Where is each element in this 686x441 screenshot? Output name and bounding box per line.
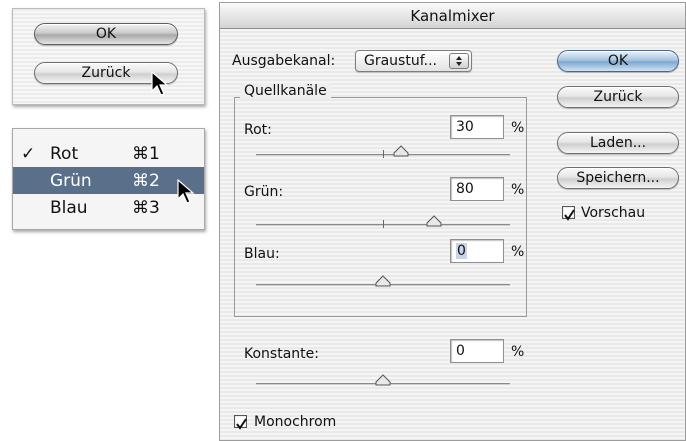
- green-percent-unit: %: [511, 182, 525, 198]
- save-button[interactable]: Speichern...: [557, 167, 679, 189]
- constant-percent-unit: %: [511, 344, 525, 360]
- menu-item-shortcut: ⌘2: [132, 170, 160, 191]
- blue-value-input[interactable]: 0: [450, 239, 504, 263]
- channel-menu: ✓ Rot ⌘1 Grün ⌘2 Blau ⌘3: [12, 128, 205, 230]
- output-channel-select[interactable]: Graustuf...: [355, 50, 472, 72]
- ok-button-sample[interactable]: OK: [34, 23, 178, 45]
- ok-button[interactable]: OK: [557, 50, 679, 72]
- buttons-panel: OK Zurück: [12, 8, 205, 105]
- menu-item-label: Blau: [50, 197, 88, 218]
- green-slider-thumb[interactable]: [426, 215, 442, 227]
- checkmark-icon: [564, 209, 575, 221]
- back-button-label: Zurück: [593, 89, 643, 105]
- mouse-pointer-icon: [151, 71, 169, 96]
- red-slider-thumb[interactable]: [393, 145, 409, 157]
- blue-percent-unit: %: [511, 244, 525, 260]
- ok-button-label: OK: [95, 26, 117, 42]
- updown-arrows-icon: [449, 53, 469, 69]
- output-channel-value: Graustuf...: [364, 53, 437, 69]
- preview-label: Vorschau: [581, 205, 646, 221]
- green-value-text: 80: [456, 181, 474, 197]
- red-value-input[interactable]: 30: [450, 115, 504, 139]
- red-slider-center-tick: [383, 150, 384, 158]
- back-button[interactable]: Zurück: [557, 86, 679, 108]
- constant-value-input[interactable]: 0: [450, 339, 504, 363]
- blue-channel-label: Blau:: [244, 246, 280, 262]
- menu-item-label: Rot: [50, 143, 79, 164]
- menu-item-gruen[interactable]: Grün ⌘2: [13, 167, 204, 194]
- dialog-title: Kanalmixer: [220, 3, 685, 29]
- monochrome-checkbox[interactable]: [234, 415, 247, 430]
- red-percent-unit: %: [511, 120, 525, 136]
- menu-item-shortcut: ⌘1: [132, 143, 160, 164]
- load-button-label: Laden...: [589, 135, 647, 151]
- back-button-label: Zurück: [81, 65, 131, 81]
- stage: OK Zurück ✓ Rot ⌘1 Grün ⌘2 Blau ⌘3 Kanal…: [0, 0, 686, 441]
- source-channels-label: Quellkanäle: [240, 83, 331, 99]
- red-channel-label: Rot:: [244, 122, 272, 138]
- menu-item-label: Grün: [50, 170, 92, 191]
- menu-item-shortcut: ⌘3: [132, 197, 160, 218]
- monochrome-label: Monochrom: [254, 414, 337, 430]
- save-button-label: Speichern...: [576, 170, 660, 186]
- green-channel-label: Grün:: [244, 184, 284, 200]
- load-button[interactable]: Laden...: [557, 132, 679, 154]
- green-slider-center-tick: [383, 220, 384, 228]
- menu-item-blau[interactable]: Blau ⌘3: [13, 194, 204, 221]
- channel-mixer-dialog: Kanalmixer Ausgabekanal: Graustuf... Que…: [219, 2, 686, 441]
- blue-slider-thumb[interactable]: [375, 275, 391, 287]
- constant-value-text: 0: [456, 343, 465, 359]
- output-channel-label: Ausgabekanal:: [232, 53, 336, 69]
- mouse-pointer-icon: [177, 179, 195, 204]
- red-value-text: 30: [456, 119, 474, 135]
- checkmark-icon: ✓: [21, 143, 36, 164]
- blue-value-text: 0: [456, 243, 467, 259]
- menu-item-rot[interactable]: ✓ Rot ⌘1: [13, 140, 204, 167]
- green-value-input[interactable]: 80: [450, 177, 504, 201]
- preview-checkbox[interactable]: [562, 206, 575, 221]
- ok-button-label: OK: [607, 53, 629, 69]
- constant-label: Konstante:: [244, 346, 319, 362]
- constant-slider-thumb[interactable]: [375, 374, 391, 386]
- checkmark-icon: [236, 418, 247, 430]
